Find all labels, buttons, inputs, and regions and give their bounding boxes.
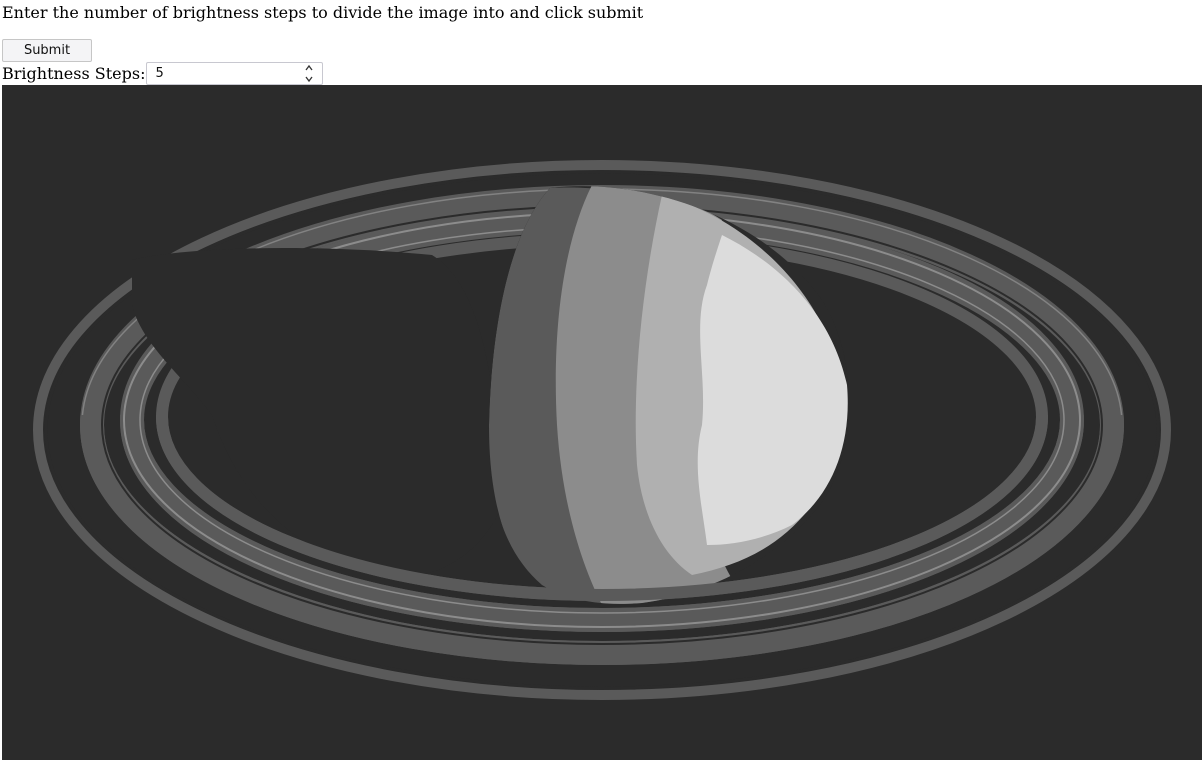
chevron-up-icon[interactable] — [304, 64, 314, 72]
saturn-image — [2, 85, 1202, 760]
number-spinner[interactable] — [304, 64, 314, 83]
brightness-steps-input[interactable] — [147, 63, 306, 84]
brightness-steps-field[interactable] — [146, 62, 324, 85]
submit-button[interactable]: Submit — [2, 39, 92, 62]
posterized-image — [2, 85, 1202, 760]
chevron-down-icon[interactable] — [304, 75, 314, 83]
brightness-steps-row: Brightness Steps: — [2, 62, 324, 85]
instruction-text: Enter the number of brightness steps to … — [2, 3, 644, 22]
brightness-steps-label: Brightness Steps: — [2, 63, 146, 83]
